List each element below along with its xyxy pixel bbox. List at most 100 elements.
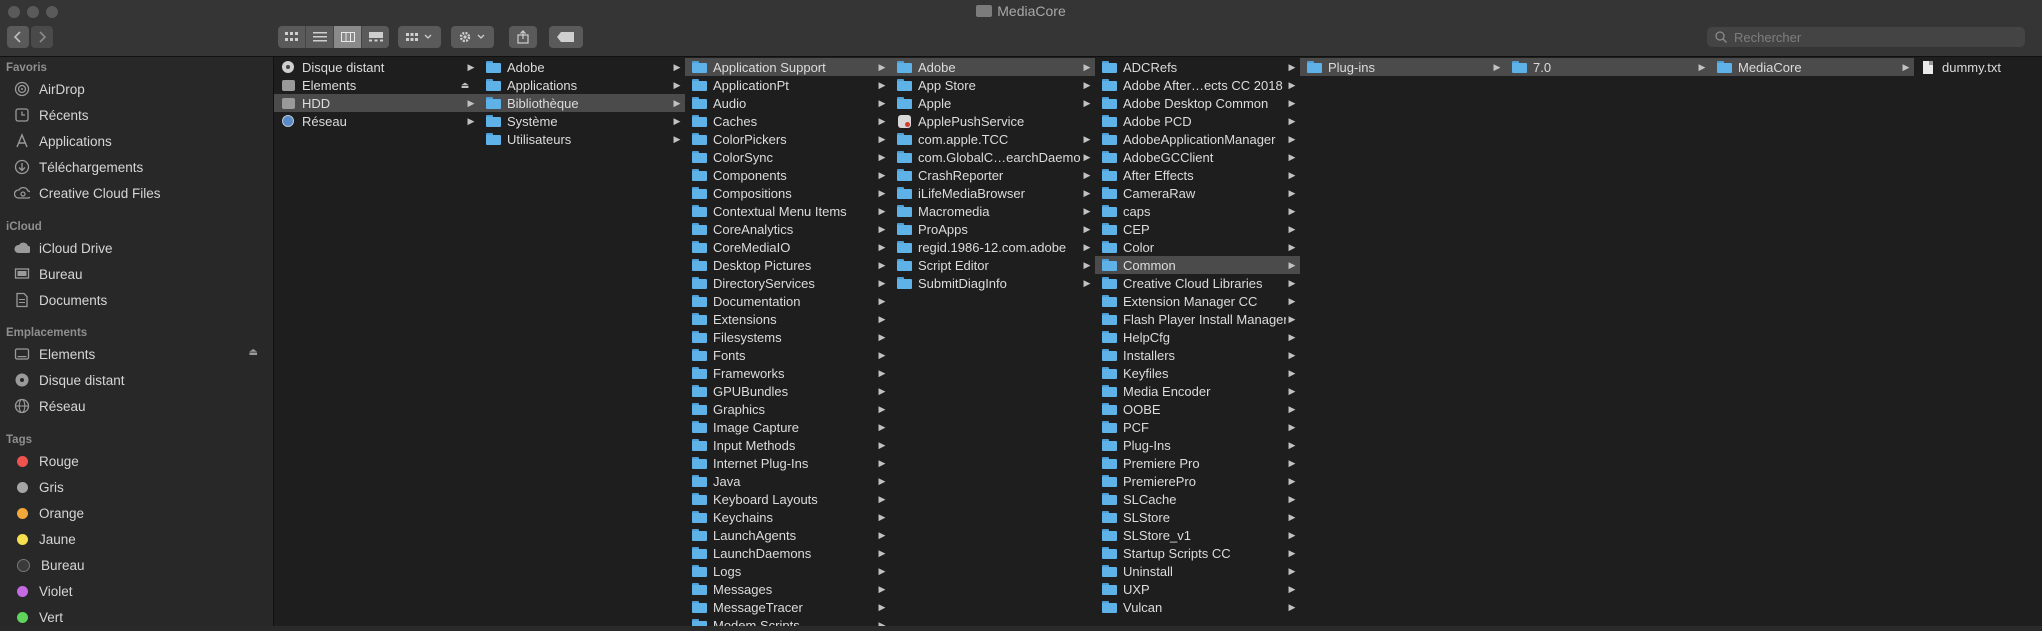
- column-item[interactable]: Macromedia ▶: [890, 202, 1095, 220]
- eject-icon[interactable]: ⏏: [459, 80, 471, 91]
- column-item[interactable]: Filesystems ▶: [685, 328, 890, 346]
- column-item[interactable]: CEP ▶: [1095, 220, 1300, 238]
- column-item[interactable]: Image Capture ▶: [685, 418, 890, 436]
- column-item[interactable]: iLifeMediaBrowser ▶: [890, 184, 1095, 202]
- column-item[interactable]: ADCRefs ▶: [1095, 58, 1300, 76]
- column-item[interactable]: Script Editor ▶: [890, 256, 1095, 274]
- column-item[interactable]: DirectoryServices ▶: [685, 274, 890, 292]
- list-view-button[interactable]: [306, 26, 334, 48]
- column-item[interactable]: SubmitDiagInfo ▶: [890, 274, 1095, 292]
- column-item[interactable]: Plug-ins ▶: [1300, 58, 1505, 76]
- sidebar-item-elements[interactable]: Elements ⏏: [14, 343, 264, 365]
- column-item[interactable]: ApplePushService: [890, 112, 1095, 130]
- column-item[interactable]: Frameworks ▶: [685, 364, 890, 382]
- sidebar-item-bureau[interactable]: Bureau: [14, 263, 264, 285]
- column-item[interactable]: SLStore ▶: [1095, 508, 1300, 526]
- column-item[interactable]: MessageTracer ▶: [685, 598, 890, 616]
- column-item[interactable]: Java ▶: [685, 472, 890, 490]
- sidebar-item-r-cents[interactable]: Récents: [14, 104, 264, 126]
- column-item[interactable]: com.GlobalC…earchDaemon ▶: [890, 148, 1095, 166]
- column-item[interactable]: Extension Manager CC ▶: [1095, 292, 1300, 310]
- column-item[interactable]: Color ▶: [1095, 238, 1300, 256]
- column-item[interactable]: com.apple.TCC ▶: [890, 130, 1095, 148]
- column-item[interactable]: Utilisateurs ▶: [479, 130, 685, 148]
- column-item[interactable]: Caches ▶: [685, 112, 890, 130]
- column-item[interactable]: Logs ▶: [685, 562, 890, 580]
- sidebar-item-violet[interactable]: Violet: [14, 580, 264, 602]
- column-item[interactable]: CoreMediaIO ▶: [685, 238, 890, 256]
- icon-view-button[interactable]: [278, 26, 306, 48]
- column-item[interactable]: MediaCore ▶: [1710, 58, 1914, 76]
- column-item[interactable]: Media Encoder ▶: [1095, 382, 1300, 400]
- column-item[interactable]: Keyboard Layouts ▶: [685, 490, 890, 508]
- column-item[interactable]: Internet Plug-Ins ▶: [685, 454, 890, 472]
- column-item[interactable]: LaunchAgents ▶: [685, 526, 890, 544]
- column-item[interactable]: PremierePro ▶: [1095, 472, 1300, 490]
- column-item[interactable]: Components ▶: [685, 166, 890, 184]
- column-item[interactable]: Elements ⏏: [274, 76, 479, 94]
- sidebar-item-applications[interactable]: Applications: [14, 130, 264, 152]
- column-item[interactable]: caps ▶: [1095, 202, 1300, 220]
- forward-button[interactable]: [31, 26, 53, 48]
- column-item[interactable]: Flash Player Install Manager ▶: [1095, 310, 1300, 328]
- column-item[interactable]: OOBE ▶: [1095, 400, 1300, 418]
- sidebar-item-vert[interactable]: Vert: [14, 606, 264, 628]
- column-item[interactable]: Réseau ▶: [274, 112, 479, 130]
- column-item[interactable]: Input Methods ▶: [685, 436, 890, 454]
- column-item[interactable]: Adobe ▶: [890, 58, 1095, 76]
- sidebar-item-disque-distant[interactable]: Disque distant: [14, 369, 264, 391]
- column-item[interactable]: Audio ▶: [685, 94, 890, 112]
- column-item[interactable]: CameraRaw ▶: [1095, 184, 1300, 202]
- column-item[interactable]: Adobe ▶: [479, 58, 685, 76]
- column-item[interactable]: SLCache ▶: [1095, 490, 1300, 508]
- column-item[interactable]: Application Support ▶: [685, 58, 890, 76]
- sidebar-item-documents[interactable]: Documents: [14, 289, 264, 311]
- column-item[interactable]: SLStore_v1 ▶: [1095, 526, 1300, 544]
- column-item[interactable]: App Store ▶: [890, 76, 1095, 94]
- sidebar-item-airdrop[interactable]: AirDrop: [14, 78, 264, 100]
- column-item[interactable]: GPUBundles ▶: [685, 382, 890, 400]
- share-button[interactable]: [509, 26, 537, 48]
- column-item[interactable]: Système ▶: [479, 112, 685, 130]
- column-item[interactable]: Extensions ▶: [685, 310, 890, 328]
- column-view-button[interactable]: [334, 26, 362, 48]
- group-by-button[interactable]: [398, 26, 441, 48]
- column-item[interactable]: Compositions ▶: [685, 184, 890, 202]
- sidebar-item-orange[interactable]: Orange: [14, 502, 264, 524]
- column-item[interactable]: CoreAnalytics ▶: [685, 220, 890, 238]
- back-button[interactable]: [7, 26, 29, 48]
- column-item[interactable]: Adobe PCD ▶: [1095, 112, 1300, 130]
- column-item[interactable]: ProApps ▶: [890, 220, 1095, 238]
- column-item[interactable]: ColorPickers ▶: [685, 130, 890, 148]
- column-item[interactable]: Common ▶: [1095, 256, 1300, 274]
- column-item[interactable]: Uninstall ▶: [1095, 562, 1300, 580]
- column-item[interactable]: dummy.txt: [1914, 58, 2042, 76]
- column-item[interactable]: Startup Scripts CC ▶: [1095, 544, 1300, 562]
- sidebar-item-bureau[interactable]: Bureau: [14, 554, 264, 576]
- eject-icon[interactable]: ⏏: [249, 347, 258, 358]
- column-item[interactable]: Applications ▶: [479, 76, 685, 94]
- column-item[interactable]: Keychains ▶: [685, 508, 890, 526]
- column-item[interactable]: Bibliothèque ▶: [479, 94, 685, 112]
- column-item[interactable]: Fonts ▶: [685, 346, 890, 364]
- column-item[interactable]: Keyfiles ▶: [1095, 364, 1300, 382]
- column-item[interactable]: Messages ▶: [685, 580, 890, 598]
- column-item[interactable]: UXP ▶: [1095, 580, 1300, 598]
- column-item[interactable]: HelpCfg ▶: [1095, 328, 1300, 346]
- gallery-view-button[interactable]: [362, 26, 389, 48]
- column-item[interactable]: Vulcan ▶: [1095, 598, 1300, 616]
- column-item[interactable]: Graphics ▶: [685, 400, 890, 418]
- column-item[interactable]: Documentation ▶: [685, 292, 890, 310]
- sidebar-item-creative-cloud-files[interactable]: Creative Cloud Files: [14, 182, 264, 204]
- column-item[interactable]: Adobe After…ects CC 2018 ▶: [1095, 76, 1300, 94]
- column-item[interactable]: AdobeGCClient ▶: [1095, 148, 1300, 166]
- column-item[interactable]: ColorSync ▶: [685, 148, 890, 166]
- sidebar-item-jaune[interactable]: Jaune: [14, 528, 264, 550]
- sidebar-item-gris[interactable]: Gris: [14, 476, 264, 498]
- column-item[interactable]: Creative Cloud Libraries ▶: [1095, 274, 1300, 292]
- action-menu-button[interactable]: [451, 26, 494, 48]
- column-item[interactable]: 7.0 ▶: [1505, 58, 1710, 76]
- column-item[interactable]: Desktop Pictures ▶: [685, 256, 890, 274]
- column-item[interactable]: Plug-Ins ▶: [1095, 436, 1300, 454]
- column-item[interactable]: LaunchDaemons ▶: [685, 544, 890, 562]
